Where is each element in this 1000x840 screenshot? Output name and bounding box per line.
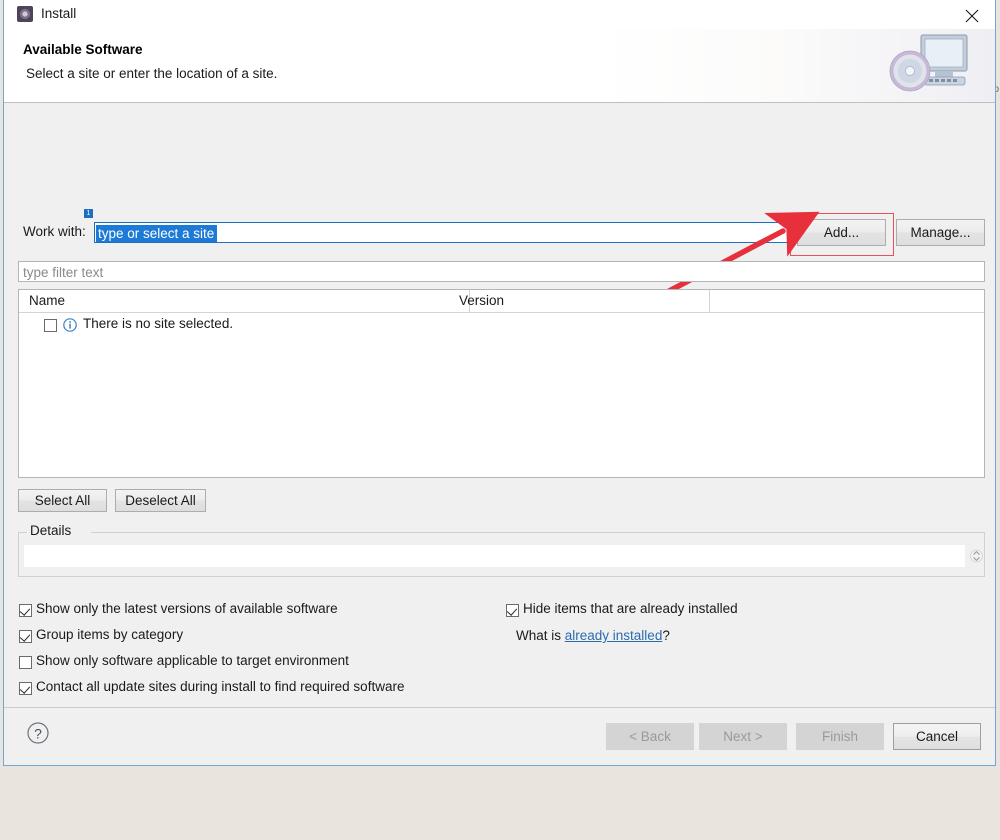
checkbox-applicable-to-target[interactable]	[19, 656, 32, 669]
page-title: Available Software	[23, 42, 143, 57]
manage-button[interactable]: Manage...	[896, 219, 985, 246]
row-checkbox[interactable]	[44, 319, 57, 332]
work-with-input-value[interactable]: type or select a site	[96, 225, 218, 242]
details-legend: Details	[27, 523, 75, 538]
deselect-all-button[interactable]: Deselect All	[115, 489, 206, 512]
already-installed-link[interactable]: already installed	[565, 628, 663, 643]
select-all-button[interactable]: Select All	[18, 489, 107, 512]
what-is-already-installed: What is already installed?	[516, 628, 670, 643]
add-button-label: Add...	[823, 225, 860, 240]
manage-button-label: Manage...	[910, 225, 971, 240]
checkbox-group-by-category[interactable]	[19, 630, 32, 643]
svg-text:?: ?	[34, 726, 42, 742]
checkbox-contact-update-sites[interactable]	[19, 682, 32, 695]
details-group: Details	[18, 523, 985, 577]
window-title: Install	[41, 6, 77, 21]
available-software-tree[interactable]: Name Version There is no site selected.	[18, 289, 985, 478]
option-label: Show only software applicable to target …	[36, 653, 349, 668]
column-header-version[interactable]: Version	[459, 293, 504, 308]
work-with-label: Work with:	[23, 224, 86, 239]
close-glyph	[965, 9, 979, 23]
filter-placeholder: type filter text	[23, 265, 104, 280]
wizard-header: Available Software Select a site or ente…	[4, 29, 995, 103]
what-is-prefix: What is	[516, 628, 565, 643]
spinner-up-down-icon[interactable]	[970, 546, 983, 566]
install-gear-icon	[17, 6, 33, 22]
column-divider-2[interactable]	[709, 290, 710, 313]
close-icon[interactable]	[949, 0, 995, 28]
filter-input[interactable]: type filter text	[18, 261, 985, 282]
option-label: Contact all update sites during install …	[36, 679, 405, 694]
back-button[interactable]: < Back	[606, 723, 694, 750]
title-bar: Install	[4, 0, 995, 29]
select-all-label: Select All	[34, 493, 91, 508]
cancel-button[interactable]: Cancel	[893, 723, 981, 750]
work-with-combo[interactable]: type or select a site	[94, 222, 788, 243]
option-label: Hide items that are already installed	[523, 601, 738, 616]
add-button[interactable]: Add...	[797, 219, 886, 246]
dialog-footer: ? < Back Next > Finish Cancel	[4, 707, 995, 765]
checkbox-show-latest-versions[interactable]	[19, 604, 32, 617]
work-with-badge: 1	[84, 209, 93, 218]
row-name-label: There is no site selected.	[83, 316, 234, 331]
option-label: Group items by category	[36, 627, 184, 642]
page-subtitle: Select a site or enter the location of a…	[26, 66, 278, 81]
deselect-all-label: Deselect All	[125, 493, 196, 508]
option-label: Show only the latest versions of availab…	[36, 601, 338, 616]
install-dialog-window: Install Available Software Select a site…	[3, 0, 996, 766]
dialog-body: Work with: 1 type or select a site Add..…	[4, 103, 995, 765]
help-question-icon[interactable]: ?	[25, 720, 51, 746]
table-row[interactable]: There is no site selected.	[19, 314, 984, 336]
column-header-name[interactable]: Name	[29, 293, 65, 308]
finish-button[interactable]: Finish	[796, 723, 884, 750]
next-button[interactable]: Next >	[699, 723, 787, 750]
tree-column-header: Name Version	[19, 290, 984, 313]
details-text-area[interactable]	[24, 545, 965, 567]
checkbox-hide-installed[interactable]	[506, 604, 519, 617]
info-icon	[63, 318, 77, 332]
desktop-right-edge: o	[993, 0, 1000, 769]
what-is-suffix: ?	[662, 628, 670, 643]
monitor-with-disc-icon	[889, 34, 968, 92]
